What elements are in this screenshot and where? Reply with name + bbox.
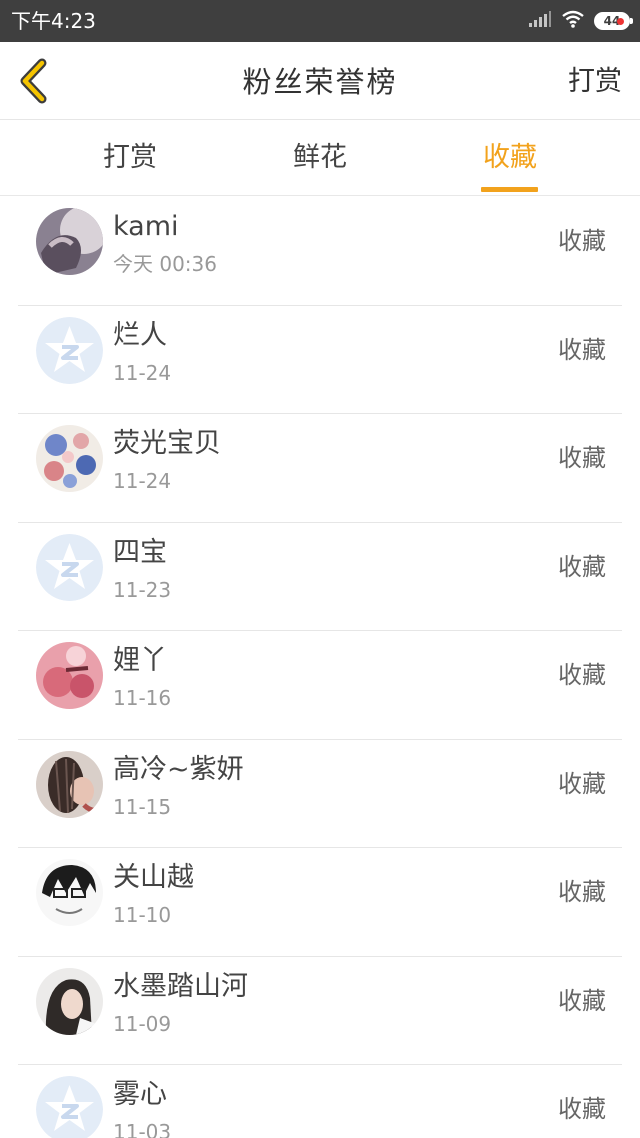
title-bar: 粉丝荣誉榜 打赏 bbox=[0, 42, 640, 120]
fan-name: kami bbox=[113, 211, 179, 242]
favorite-label[interactable]: 收藏 bbox=[558, 985, 606, 1017]
favorite-label[interactable]: 收藏 bbox=[558, 768, 606, 800]
list-item[interactable]: 荧光宝贝 11-24 收藏 bbox=[18, 414, 622, 523]
active-tab-indicator bbox=[481, 187, 538, 192]
fan-name: 高冷~紫妍 bbox=[113, 753, 244, 785]
fan-date: 11-16 bbox=[113, 686, 172, 710]
list-item[interactable]: 关山越 11-10 收藏 bbox=[18, 848, 622, 957]
fan-date: 11-24 bbox=[113, 360, 172, 385]
page-title: 粉丝荣誉榜 bbox=[242, 65, 398, 99]
default-avatar-icon bbox=[36, 1076, 103, 1138]
list-item[interactable]: 高冷~紫妍 11-15 收藏 bbox=[18, 740, 622, 848]
reward-button[interactable]: 打赏 bbox=[568, 64, 622, 100]
status-time: 下午4:23 bbox=[11, 9, 96, 33]
fan-name: 四宝 bbox=[113, 536, 167, 568]
fan-name: 雾心 bbox=[113, 1079, 167, 1110]
fan-date: 今天 00:36 bbox=[113, 252, 217, 276]
favorite-label[interactable]: 收藏 bbox=[558, 1093, 606, 1125]
fan-name: 水墨踏山河 bbox=[113, 970, 248, 1002]
signal-icon bbox=[528, 10, 552, 32]
tab-reward[interactable]: 打赏 bbox=[70, 140, 190, 176]
status-bar: 下午4:23 44 bbox=[0, 0, 640, 42]
fan-list: kami 今天 00:36 收藏 烂人 11-24 收藏 荧光宝贝 11-24 … bbox=[0, 197, 640, 1138]
fan-date: 11-10 bbox=[113, 903, 172, 927]
list-item[interactable]: 雾心 11-03 收藏 bbox=[18, 1065, 622, 1138]
fan-name: 烂人 bbox=[113, 319, 167, 351]
tab-flowers[interactable]: 鲜花 bbox=[260, 140, 380, 176]
avatar bbox=[36, 642, 103, 709]
fan-date: 11-15 bbox=[113, 794, 172, 819]
favorite-label[interactable]: 收藏 bbox=[558, 551, 606, 583]
favorite-label[interactable]: 收藏 bbox=[558, 442, 606, 474]
wifi-icon bbox=[561, 10, 585, 32]
favorite-label[interactable]: 收藏 bbox=[558, 334, 606, 366]
avatar bbox=[36, 859, 103, 926]
list-item[interactable]: kami 今天 00:36 收藏 bbox=[18, 197, 622, 306]
list-item[interactable]: 烂人 11-24 收藏 bbox=[18, 306, 622, 414]
tab-bar: 打赏 鲜花 收藏 bbox=[0, 120, 640, 196]
default-avatar-icon bbox=[36, 533, 103, 601]
favorite-label[interactable]: 收藏 bbox=[558, 659, 606, 691]
list-item[interactable]: 娌丫 11-16 收藏 bbox=[18, 631, 622, 740]
avatar bbox=[36, 750, 103, 818]
favorite-label[interactable]: 收藏 bbox=[558, 876, 606, 908]
avatar bbox=[36, 967, 103, 1035]
avatar bbox=[36, 425, 103, 492]
avatar bbox=[36, 208, 103, 275]
fan-name: 娌丫 bbox=[113, 645, 167, 676]
list-item[interactable]: 四宝 11-23 收藏 bbox=[18, 523, 622, 631]
tab-favorites[interactable]: 收藏 bbox=[450, 140, 570, 176]
status-icons: 44 bbox=[528, 9, 633, 33]
default-avatar-icon bbox=[36, 316, 103, 384]
fan-date: 11-09 bbox=[113, 1011, 172, 1036]
fan-date: 11-24 bbox=[113, 469, 172, 493]
fan-name: 关山越 bbox=[113, 862, 194, 893]
fan-date: 11-23 bbox=[113, 577, 172, 602]
fan-date: 11-03 bbox=[113, 1120, 172, 1138]
list-item[interactable]: 水墨踏山河 11-09 收藏 bbox=[18, 957, 622, 1065]
battery-icon: 44 bbox=[594, 12, 633, 30]
favorite-label[interactable]: 收藏 bbox=[558, 225, 606, 257]
fan-name: 荧光宝贝 bbox=[113, 428, 221, 459]
